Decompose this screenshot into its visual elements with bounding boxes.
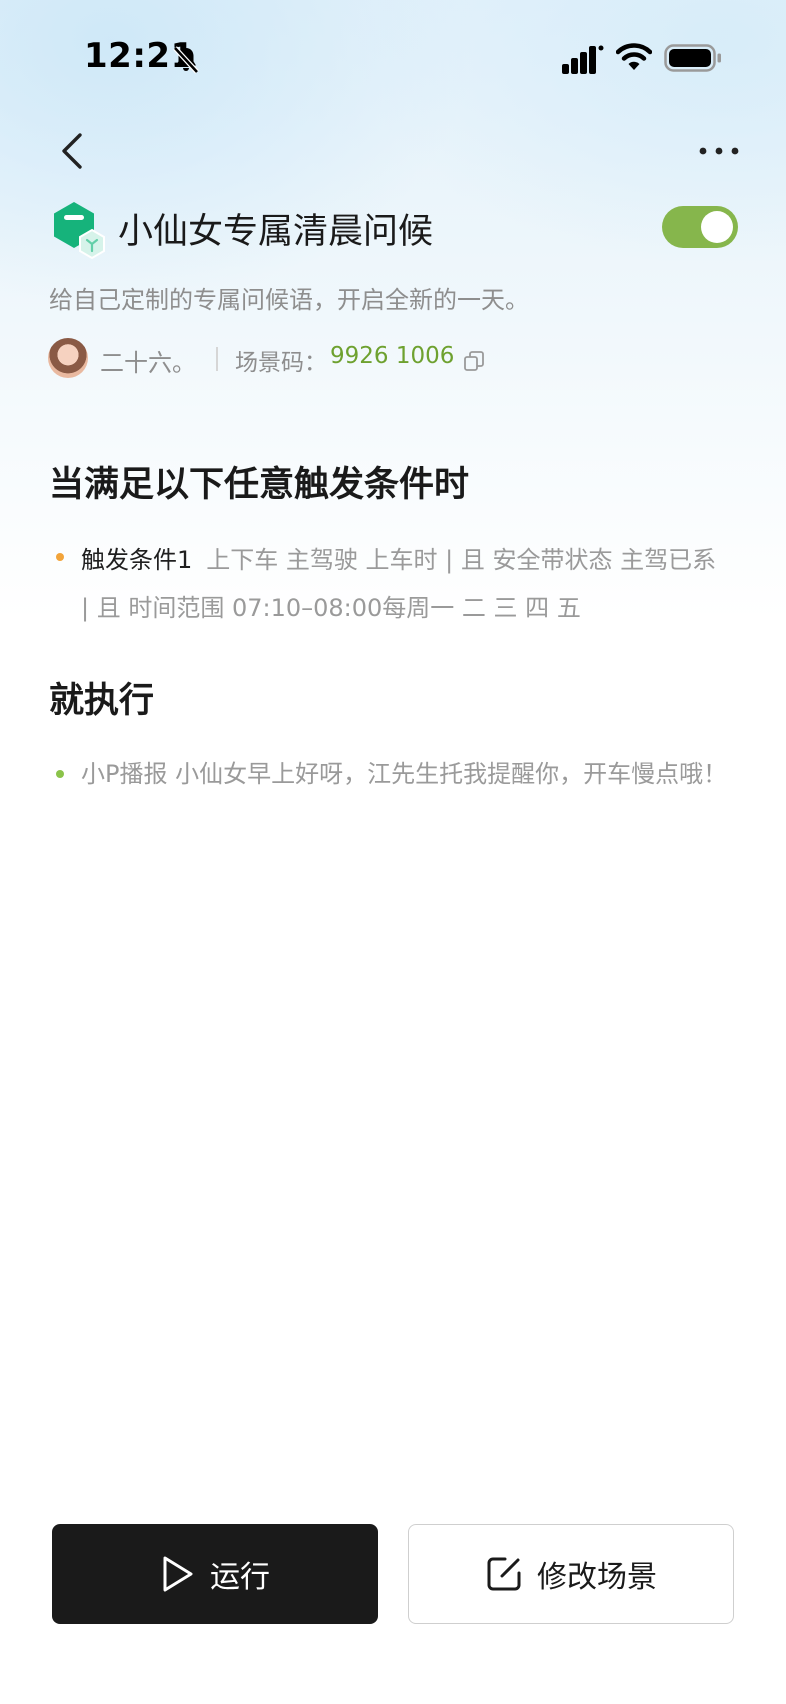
scene-code-value: 9926 1006 — [330, 343, 455, 369]
edit-icon — [487, 1557, 521, 1591]
copy-icon[interactable] — [463, 350, 485, 372]
action-bullet — [56, 770, 64, 778]
conditions-heading: 当满足以下任意触发条件时 — [49, 465, 470, 505]
edit-button-label: 修改场景 — [537, 1560, 657, 1595]
play-icon — [163, 1556, 193, 1592]
run-button[interactable]: 运行 — [52, 1524, 378, 1624]
bell-off-icon — [173, 46, 199, 74]
author-avatar[interactable] — [48, 338, 88, 378]
action-item: 小P播报 小仙女早上好呀，江先生托我提醒你，开车慢点哦！ — [81, 760, 728, 788]
more-horizontal-icon[interactable] — [696, 136, 742, 166]
meta-divider — [216, 347, 218, 371]
scene-title: 小仙女专属清晨问候 — [118, 212, 434, 252]
condition-label: 触发条件1 — [81, 546, 193, 574]
chevron-left-icon[interactable] — [50, 126, 96, 176]
edit-scene-button[interactable]: 修改场景 — [408, 1524, 734, 1624]
toggle-knob — [701, 211, 733, 243]
author-name[interactable]: 二十六。 — [100, 343, 196, 378]
scene-cube-icon — [54, 202, 105, 260]
wifi-icon — [616, 43, 652, 70]
run-button-label: 运行 — [210, 1560, 270, 1595]
scene-enabled-toggle[interactable] — [662, 206, 738, 248]
scene-description: 给自己定制的专属问候语，开启全新的一天。 — [49, 286, 529, 314]
scene-code-label: 场景码： — [235, 350, 327, 376]
signal-icon — [562, 45, 604, 74]
condition-item: 触发条件1 上下车 主驾驶 上车时 | 且 安全带状态 主驾已系 | 且 时间范围… — [81, 536, 731, 632]
battery-icon — [664, 44, 721, 72]
actions-heading: 就执行 — [49, 681, 155, 721]
condition-bullet — [56, 553, 64, 561]
